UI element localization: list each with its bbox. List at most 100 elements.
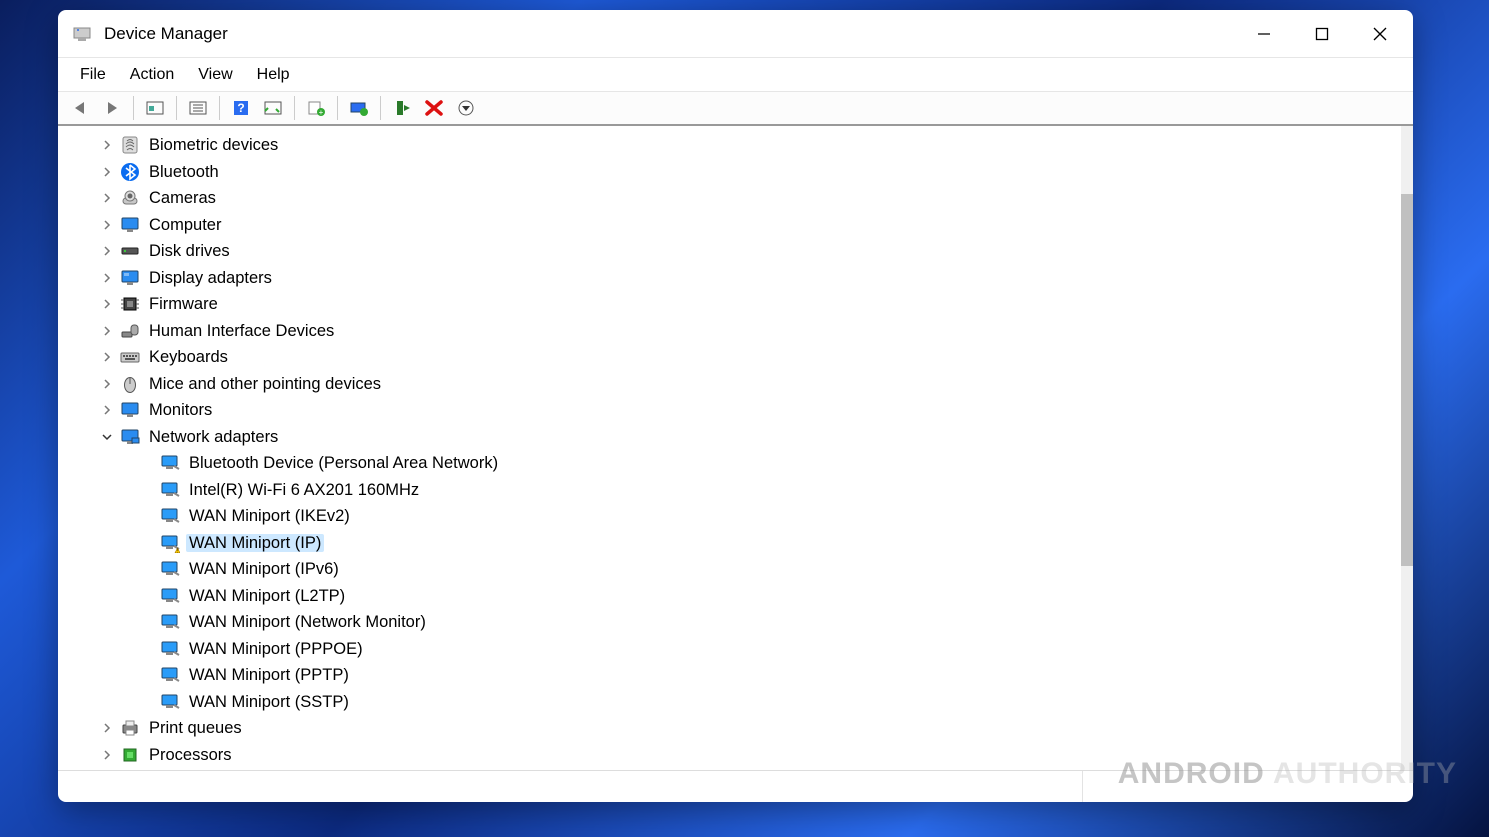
tree-node[interactable]: Mice and other pointing devices bbox=[98, 371, 1401, 398]
uninstall-device-button[interactable] bbox=[419, 94, 449, 122]
tree-node[interactable]: Bluetooth bbox=[98, 159, 1401, 186]
menu-view[interactable]: View bbox=[186, 61, 244, 89]
forward-button[interactable] bbox=[97, 94, 127, 122]
tree-node-label: Bluetooth Device (Personal Area Network) bbox=[186, 454, 501, 473]
close-button[interactable] bbox=[1351, 10, 1409, 58]
display-icon bbox=[120, 268, 140, 288]
tree-node-label: Biometric devices bbox=[146, 136, 281, 155]
net-icon: ! bbox=[160, 533, 180, 553]
tree-node-label: Cameras bbox=[146, 189, 219, 208]
tree-node[interactable]: Computer bbox=[98, 212, 1401, 239]
tree-node[interactable]: Display adapters bbox=[98, 265, 1401, 292]
disk-icon bbox=[120, 241, 140, 261]
tree-node-label: Display adapters bbox=[146, 269, 275, 288]
update-driver-button[interactable] bbox=[344, 94, 374, 122]
tree-node[interactable]: Disk drives bbox=[98, 238, 1401, 265]
tree-child-node[interactable]: WAN Miniport (PPPOE) bbox=[138, 636, 1401, 663]
tree-node[interactable]: Biometric devices bbox=[98, 132, 1401, 159]
tree-child-node[interactable]: Bluetooth Device (Personal Area Network) bbox=[138, 450, 1401, 477]
tree-node[interactable]: Firmware bbox=[98, 291, 1401, 318]
tree-child-node[interactable]: WAN Miniport (SSTP) bbox=[138, 689, 1401, 716]
status-cell-2 bbox=[1083, 771, 1413, 802]
maximize-button[interactable] bbox=[1293, 10, 1351, 58]
tree-child-node[interactable]: Intel(R) Wi-Fi 6 AX201 160MHz bbox=[138, 477, 1401, 504]
chevron-right-icon[interactable] bbox=[98, 163, 116, 181]
net-icon bbox=[160, 586, 180, 606]
bluetooth-icon bbox=[120, 162, 140, 182]
device-tree[interactable]: Biometric devices Bluetooth Cameras Compute… bbox=[58, 126, 1401, 770]
chevron-right-icon[interactable] bbox=[98, 269, 116, 287]
chevron-right-icon[interactable] bbox=[98, 401, 116, 419]
scrollbar-thumb[interactable] bbox=[1401, 194, 1413, 566]
chevron-right-icon[interactable] bbox=[98, 375, 116, 393]
menu-action[interactable]: Action bbox=[118, 61, 186, 89]
menu-file[interactable]: File bbox=[68, 61, 118, 89]
fingerprint-icon bbox=[120, 135, 140, 155]
device-manager-window: Device Manager File Action View Help ? + bbox=[58, 10, 1413, 802]
chevron-right-icon[interactable] bbox=[98, 746, 116, 764]
show-hidden-button[interactable] bbox=[140, 94, 170, 122]
tree-node[interactable]: Cameras bbox=[98, 185, 1401, 212]
keyboard-icon bbox=[120, 347, 140, 367]
tree-child-node[interactable]: WAN Miniport (PPTP) bbox=[138, 662, 1401, 689]
tree-child-node[interactable]: WAN Miniport (L2TP) bbox=[138, 583, 1401, 610]
minimize-button[interactable] bbox=[1235, 10, 1293, 58]
back-button[interactable] bbox=[65, 94, 95, 122]
tree-node[interactable]: Print queues bbox=[98, 715, 1401, 742]
net-icon bbox=[160, 559, 180, 579]
tree-node[interactable]: Processors bbox=[98, 742, 1401, 769]
tree-node-label: WAN Miniport (SSTP) bbox=[186, 693, 352, 712]
net-icon bbox=[160, 692, 180, 712]
tree-node-label: Print queues bbox=[146, 719, 245, 738]
statusbar bbox=[58, 770, 1413, 802]
chevron-right-icon[interactable] bbox=[98, 348, 116, 366]
camera-icon bbox=[120, 188, 140, 208]
scrollbar-track[interactable] bbox=[1401, 126, 1413, 770]
toolbar: ? + bbox=[58, 92, 1413, 126]
menu-help[interactable]: Help bbox=[245, 61, 302, 89]
chevron-right-icon[interactable] bbox=[98, 242, 116, 260]
chevron-right-icon[interactable] bbox=[98, 216, 116, 234]
net-icon bbox=[160, 453, 180, 473]
chevron-down-icon[interactable] bbox=[98, 428, 116, 446]
network-icon bbox=[120, 427, 140, 447]
tree-node-label: Processors bbox=[146, 746, 235, 765]
scan-button[interactable] bbox=[258, 94, 288, 122]
tree-node-label: WAN Miniport (IP) bbox=[186, 534, 324, 553]
chevron-right-icon[interactable] bbox=[98, 189, 116, 207]
status-cell-1 bbox=[58, 771, 1083, 802]
monitor-icon bbox=[120, 215, 140, 235]
tree-node-label: Network adapters bbox=[146, 428, 281, 447]
tree-child-node[interactable]: WAN Miniport (Network Monitor) bbox=[138, 609, 1401, 636]
svg-text:?: ? bbox=[237, 101, 244, 115]
help-button[interactable]: ? bbox=[226, 94, 256, 122]
tree-node[interactable]: Monitors bbox=[98, 397, 1401, 424]
net-icon bbox=[160, 665, 180, 685]
properties-button[interactable] bbox=[183, 94, 213, 122]
enable-device-button[interactable] bbox=[387, 94, 417, 122]
chevron-right-icon[interactable] bbox=[98, 136, 116, 154]
tree-child-node[interactable]: ! WAN Miniport (IP) bbox=[138, 530, 1401, 557]
svg-text:+: + bbox=[319, 108, 324, 117]
svg-text:!: ! bbox=[177, 548, 178, 553]
monitor-icon bbox=[120, 400, 140, 420]
chevron-right-icon[interactable] bbox=[98, 719, 116, 737]
tree-child-node[interactable]: WAN Miniport (IPv6) bbox=[138, 556, 1401, 583]
tree-node-label: Firmware bbox=[146, 295, 221, 314]
content-area: Biometric devices Bluetooth Cameras Compute… bbox=[58, 126, 1413, 770]
tree-node[interactable]: Keyboards bbox=[98, 344, 1401, 371]
app-icon bbox=[72, 24, 92, 44]
more-actions-button[interactable] bbox=[451, 94, 481, 122]
add-legacy-button[interactable]: + bbox=[301, 94, 331, 122]
tree-node-label: WAN Miniport (IKEv2) bbox=[186, 507, 353, 526]
tree-node-label: Computer bbox=[146, 216, 224, 235]
net-icon bbox=[160, 480, 180, 500]
mouse-icon bbox=[120, 374, 140, 394]
chevron-right-icon[interactable] bbox=[98, 322, 116, 340]
tree-child-node[interactable]: WAN Miniport (IKEv2) bbox=[138, 503, 1401, 530]
net-icon bbox=[160, 639, 180, 659]
chevron-right-icon[interactable] bbox=[98, 295, 116, 313]
tree-node[interactable]: Network adapters bbox=[98, 424, 1401, 451]
tree-node[interactable]: Human Interface Devices bbox=[98, 318, 1401, 345]
chip-icon bbox=[120, 294, 140, 314]
